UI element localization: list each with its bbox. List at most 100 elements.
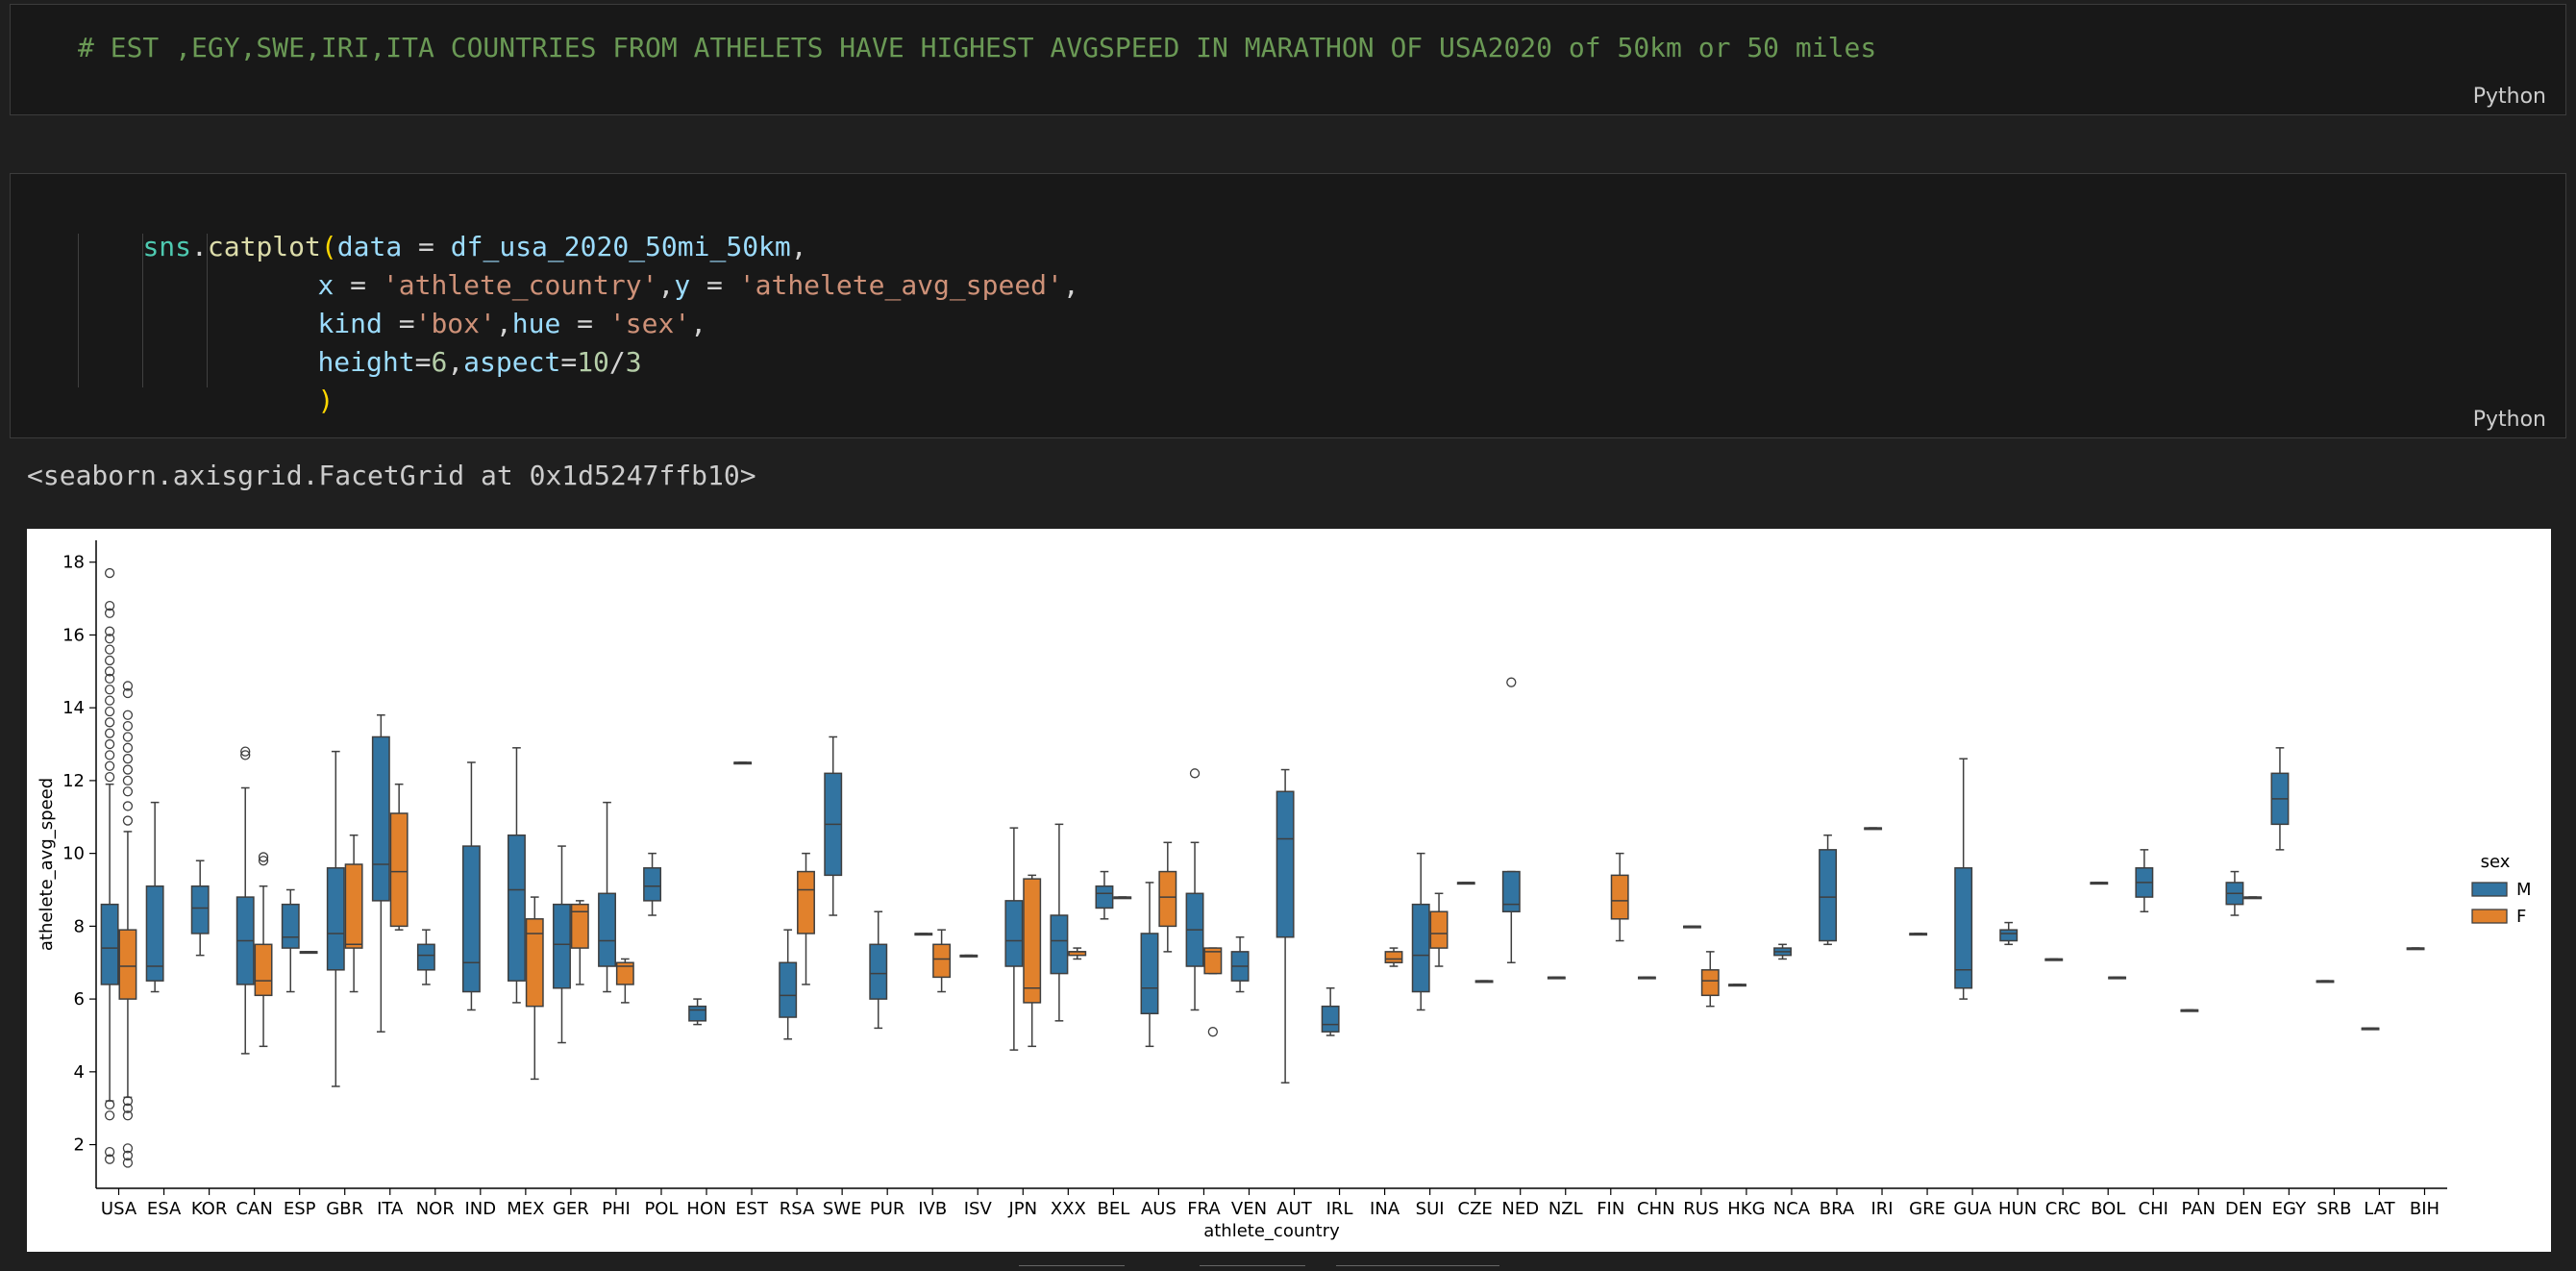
boxplot-chart: 2 4 6 8 10 12 14 16 18 USA ESA KOR CAN ESP GBR ITA NOR IN… xyxy=(37,540,2532,1241)
y-tick-label: 16 xyxy=(62,625,85,645)
box-rus-f xyxy=(1700,969,1720,997)
comment-cell[interactable]: # EST ,EGY,SWE,IRI,ITA COUNTRIES FROM AT… xyxy=(10,4,2566,115)
box-usa-f-outlier xyxy=(122,720,134,732)
box-ger-f xyxy=(570,903,589,949)
box-nor-m xyxy=(416,943,435,971)
box-aus-f xyxy=(1158,870,1177,928)
x-tick-label: PUR xyxy=(870,1199,905,1219)
cell-language-label[interactable]: Python xyxy=(2473,408,2546,432)
cell-language-label[interactable]: Python xyxy=(2473,85,2546,109)
x-tick-label: JPN xyxy=(1007,1199,1037,1219)
x-tick-label: ESA xyxy=(147,1199,182,1219)
box-usa-m-outlier xyxy=(104,771,115,783)
box-rsa-f xyxy=(797,870,815,935)
y-tick-label: 4 xyxy=(74,1062,85,1083)
x-tick-label: ISV xyxy=(964,1199,993,1219)
x-tick-label: HON xyxy=(686,1199,726,1219)
bottom-toolbar-tab[interactable] xyxy=(1019,1265,1125,1271)
comment-line: # EST ,EGY,SWE,IRI,ITA COUNTRIES FROM AT… xyxy=(78,32,1877,63)
token: , xyxy=(690,308,707,339)
token: ) xyxy=(317,385,334,416)
y-tick-label: 2 xyxy=(74,1135,85,1156)
x-tick-label: USA xyxy=(101,1199,137,1219)
output-repr: <seaborn.axisgrid.FacetGrid at 0x1d5247f… xyxy=(27,460,756,491)
box-bra-m xyxy=(1819,849,1838,942)
legend-label-m: M xyxy=(2516,880,2532,900)
x-tick-label: NOR xyxy=(416,1199,455,1219)
box-ned-m-outlier xyxy=(1506,677,1517,687)
box-aut-m xyxy=(1276,790,1295,938)
box-fra-m-outlier xyxy=(1189,768,1201,779)
x-tick-label: RSA xyxy=(780,1199,815,1219)
box-usa-f-outlier xyxy=(122,801,134,811)
y-tick-label: 18 xyxy=(62,553,85,573)
token: sns xyxy=(142,231,192,262)
x-tick-label: PAN xyxy=(2182,1199,2216,1219)
y-tick-label: 8 xyxy=(74,916,85,936)
token: aspect xyxy=(463,346,561,378)
y-tick-label: 10 xyxy=(62,844,85,864)
y-tick-label: 6 xyxy=(74,989,85,1009)
x-tick-label: SUI xyxy=(1416,1199,1445,1219)
x-tick-label: ITA xyxy=(377,1199,404,1219)
token: 6 xyxy=(431,346,448,378)
x-tick-label: RUS xyxy=(1683,1199,1719,1219)
box-kor-m xyxy=(190,885,210,935)
box-usa-f-outlier xyxy=(122,775,134,786)
bottom-toolbar-tab[interactable] xyxy=(1200,1265,1305,1271)
box-rsa-m xyxy=(779,961,798,1018)
box-usa-f-outlier xyxy=(122,815,134,826)
box-pur-m xyxy=(869,943,888,1000)
box-gbr-f xyxy=(344,863,363,949)
box-usa-m-outlier xyxy=(104,728,115,738)
token: , xyxy=(1062,269,1079,301)
legend-swatch-m xyxy=(2471,882,2508,897)
x-tick-label: SRB xyxy=(2316,1199,2351,1219)
x-tick-label: EGY xyxy=(2272,1199,2307,1219)
x-tick-label: HUN xyxy=(1998,1199,2037,1219)
bottom-toolbar-tab[interactable] xyxy=(1336,1265,1499,1271)
box-usa-m xyxy=(100,903,119,985)
code-cell[interactable]: sns.catplot(data = df_usa_2020_50mi_50km… xyxy=(10,173,2566,438)
box-fra-f-outlier xyxy=(1207,1027,1218,1037)
box-ind-m xyxy=(461,845,481,993)
x-tick-label: ESP xyxy=(284,1199,316,1219)
box-usa-m-outlier xyxy=(104,567,115,579)
x-tick-label: NCA xyxy=(1773,1199,1811,1219)
box-usa-m-outlier xyxy=(104,717,115,728)
x-tick-label: PHI xyxy=(602,1199,631,1219)
box-sui-f xyxy=(1429,910,1449,949)
box-xxx-m xyxy=(1050,914,1069,975)
y-tick-label: 12 xyxy=(62,771,85,791)
x-tick-label: BIH xyxy=(2410,1199,2440,1219)
box-usa-m-outlier xyxy=(104,695,115,706)
box-usa-f-outlier xyxy=(122,710,134,720)
x-tick-label: AUT xyxy=(1276,1199,1312,1219)
box-pol-m xyxy=(643,867,662,902)
token: 'athelete_avg_speed' xyxy=(738,269,1063,301)
box-usa-f xyxy=(118,929,137,1000)
x-tick-label: GER xyxy=(553,1199,589,1219)
box-ita-m xyxy=(371,735,390,902)
token: = xyxy=(414,346,432,378)
x-tick-label: IRL xyxy=(1326,1199,1353,1219)
box-ita-f xyxy=(389,812,409,928)
x-tick-label: IND xyxy=(465,1199,497,1219)
box-mex-m xyxy=(508,834,526,982)
x-tick-label: CZE xyxy=(1458,1199,1493,1219)
x-tick-label: LAT xyxy=(2364,1199,2395,1219)
box-jpn-m xyxy=(1004,900,1024,967)
x-tick-label: KOR xyxy=(191,1199,228,1219)
box-usa-f-outlier xyxy=(122,754,134,764)
box-sui-m xyxy=(1411,903,1430,993)
box-gbr-m xyxy=(326,867,345,971)
x-tick-label: INA xyxy=(1370,1199,1400,1219)
box-esp-m xyxy=(281,903,300,949)
x-tick-label: FRA xyxy=(1187,1199,1221,1219)
box-usa-m-outlier xyxy=(104,655,115,666)
x-tick-label: CHN xyxy=(1637,1199,1675,1219)
token: / xyxy=(608,346,626,378)
legend-swatch-f xyxy=(2471,909,2508,924)
x-tick-label: BEL xyxy=(1097,1199,1129,1219)
code-line-5: ) xyxy=(253,353,334,448)
